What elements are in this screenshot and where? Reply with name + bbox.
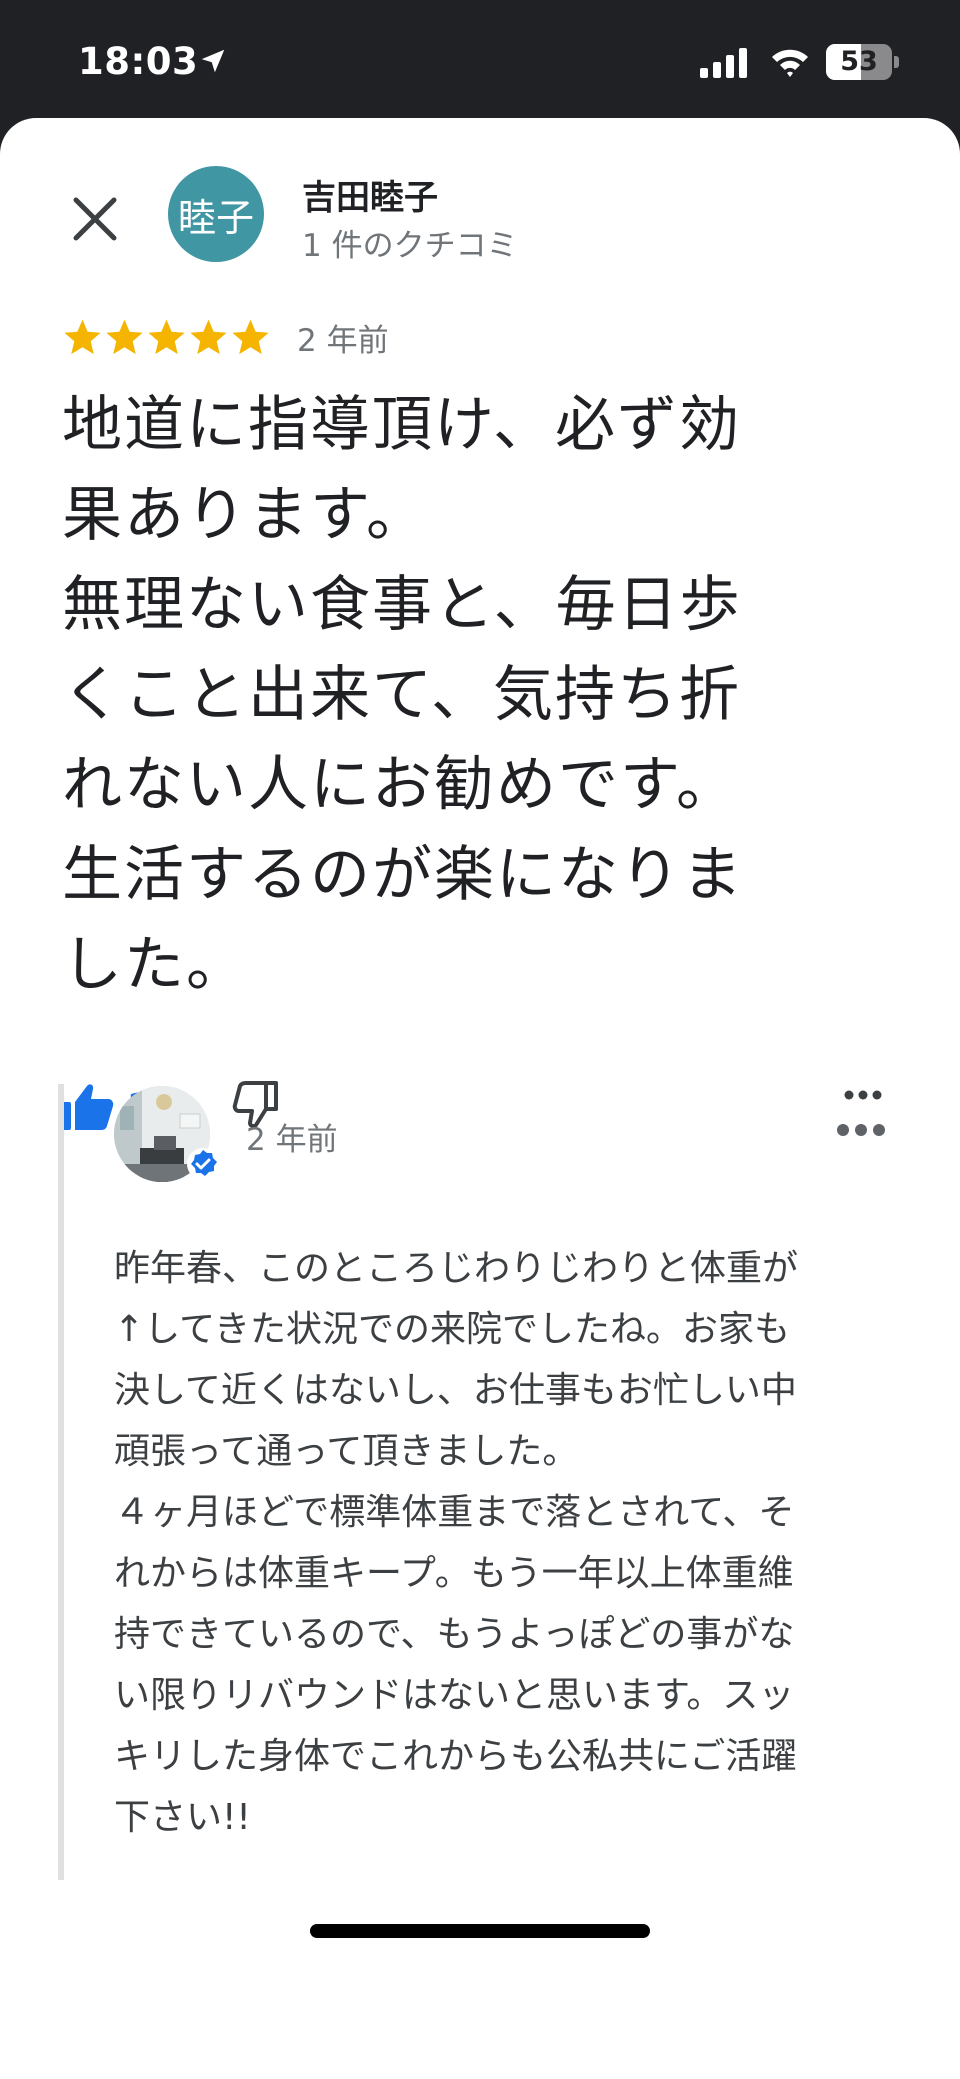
- owner-response-text: 昨年春、このところじわりじわりと体重が ↑してきた状況での来院でしたね。お家も …: [114, 1248, 799, 1838]
- star-icon: [190, 319, 227, 354]
- star-icon: [148, 319, 185, 354]
- battery-level: 53: [840, 46, 878, 77]
- reviewer-name[interactable]: 吉田睦子: [302, 170, 438, 219]
- home-indicator[interactable]: [310, 1924, 650, 1938]
- battery-icon: 53: [826, 44, 892, 80]
- wifi-icon: [770, 46, 810, 82]
- more-icon: [844, 1090, 882, 1100]
- review-date: 2 年前: [297, 322, 389, 359]
- location-arrow-icon: [198, 46, 228, 80]
- review-text: 地道に指導頂け、必ず効 果あります。 無理ない食事と、毎日歩 くこと出来て、気持…: [62, 390, 744, 1000]
- close-icon: [73, 197, 117, 241]
- response-date: 2 年前: [246, 1122, 338, 1158]
- response-more-button[interactable]: [836, 1122, 886, 1142]
- signal-icon: [700, 48, 750, 82]
- reviewer-review-count: 1 件のクチコミ: [302, 228, 518, 264]
- star-icon: [106, 319, 143, 354]
- battery-cap: [894, 56, 899, 68]
- close-button[interactable]: [66, 190, 124, 248]
- response-divider: [58, 1084, 64, 1880]
- status-bar: 18:03 53: [0, 0, 960, 118]
- more-icon: [837, 1124, 885, 1136]
- reviewer-avatar[interactable]: 睦子: [168, 166, 264, 262]
- status-time: 18:03: [78, 40, 199, 83]
- thumbs-up-icon: [60, 1084, 114, 1130]
- rating-row: 2 年前: [62, 312, 389, 362]
- star-icon: [232, 319, 269, 354]
- review-more-button[interactable]: [844, 1086, 882, 1105]
- verified-icon: [186, 1147, 220, 1185]
- star-icon: [64, 319, 101, 354]
- star-rating: [62, 317, 271, 358]
